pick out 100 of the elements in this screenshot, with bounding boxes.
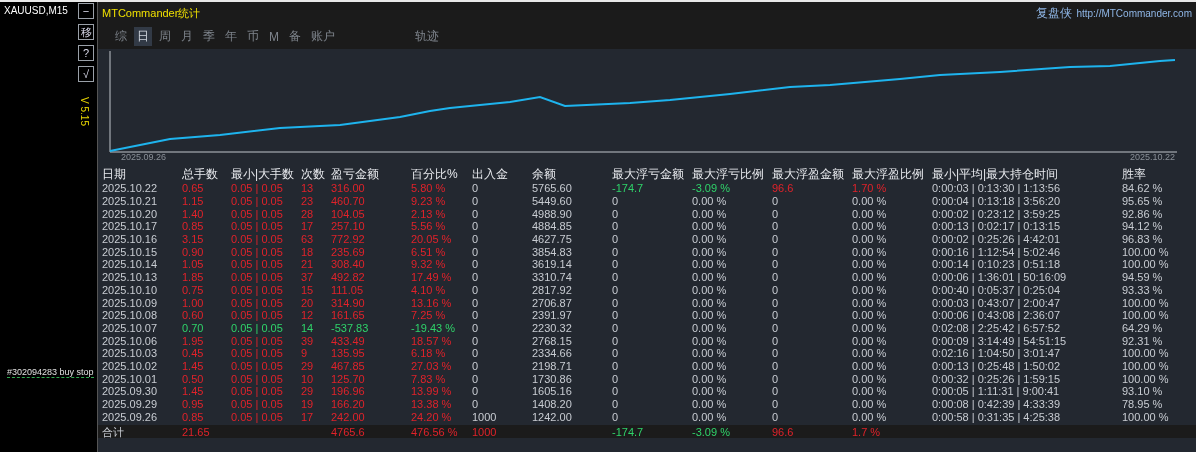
- table-cell-text: 0.05 | 0.05: [231, 359, 284, 372]
- table-cell-text: 0: [772, 233, 780, 246]
- column-header: 余额: [532, 168, 557, 180]
- table-cell-text: 0.00 %: [852, 258, 888, 271]
- table-cell-text: 0.00 %: [692, 296, 728, 309]
- total-cell-text: -174.7: [612, 425, 645, 438]
- tab[interactable]: M: [266, 27, 282, 46]
- side-button[interactable]: 移: [78, 24, 94, 40]
- table-cell-text: 13.16 %: [411, 296, 453, 309]
- table-cell-text: 100.00 %: [1122, 347, 1170, 360]
- table-cell-text: 100.00 %: [1122, 296, 1170, 309]
- table-cell-text: 0:00:03 | 0:43:07 | 2:00:47: [932, 296, 1062, 309]
- tab[interactable]: 日: [134, 27, 152, 46]
- table-cell-text: 2025.10.21: [102, 195, 159, 208]
- table-cell-text: 0.00 %: [852, 334, 888, 347]
- table-cell-text: 0: [472, 385, 480, 398]
- axis-label: 2025.10.22: [1130, 152, 1176, 162]
- table-cell-text: 0: [772, 258, 780, 271]
- tab[interactable]: 年: [222, 27, 240, 46]
- table-cell-text: 2334.66: [532, 347, 573, 360]
- table-cell-text: 0: [612, 372, 620, 385]
- table-cell-text: 492.82: [331, 271, 366, 284]
- table-cell-text: 0.00 %: [692, 334, 728, 347]
- table-cell-text: 94.12 %: [1122, 220, 1164, 233]
- table-cell-text: 0: [472, 321, 480, 334]
- table-cell-text: 93.10 %: [1122, 385, 1164, 398]
- table-cell-text: 0.05 | 0.05: [231, 321, 284, 334]
- table-cell-text: 0.05 | 0.05: [231, 195, 284, 208]
- table-cell-text: 13: [301, 182, 315, 195]
- tab[interactable]: 周: [156, 27, 174, 46]
- tab[interactable]: 轨迹: [412, 27, 442, 46]
- table-cell-text: 0: [772, 207, 780, 220]
- table-cell-text: 2198.71: [532, 359, 573, 372]
- tab[interactable]: 综: [112, 27, 130, 46]
- table-cell-text: 1.45: [182, 359, 205, 372]
- table-cell-text: 0: [472, 359, 480, 372]
- table-cell-text: 0.00 %: [852, 220, 888, 233]
- table-cell-text: 1.00: [182, 296, 205, 309]
- table-cell-text: 0.00 %: [852, 233, 888, 246]
- table-cell-text: 0: [772, 220, 780, 233]
- panel-title: MTCommander统计: [102, 6, 201, 21]
- table-cell-text: 100.00 %: [1122, 359, 1170, 372]
- total-cell-text: 21.65: [182, 425, 211, 438]
- table-cell-text: 100.00 %: [1122, 309, 1170, 322]
- table-cell-text: 17: [301, 410, 315, 423]
- table-cell-text: 0.05 | 0.05: [231, 398, 284, 411]
- table-cell-text: 3310.74: [532, 271, 573, 284]
- table-cell-text: 2025.10.02: [102, 359, 159, 372]
- table-cell-text: 18: [301, 245, 315, 258]
- column-header: 最小|平均|最大持仓时间: [932, 168, 1060, 180]
- table-cell-text: 314.90: [331, 296, 366, 309]
- table-cell-text: 1242.00: [532, 410, 573, 423]
- table-cell-text: 0: [612, 410, 620, 423]
- table-cell-text: 0: [772, 410, 780, 423]
- table-cell-text: 316.00: [331, 182, 366, 195]
- table-cell-text: 1605.16: [532, 385, 573, 398]
- side-button[interactable]: √: [78, 66, 94, 82]
- column-header: 总手数: [182, 168, 219, 180]
- tab[interactable]: 账户: [308, 27, 338, 46]
- table-cell-text: 467.85: [331, 359, 366, 372]
- table-cell-text: 0.00 %: [852, 195, 888, 208]
- table-cell-text: 0: [612, 220, 620, 233]
- table-cell-text: 0.00 %: [692, 372, 728, 385]
- table-cell-text: 0:00:02 | 0:25:26 | 4:42:01: [932, 233, 1062, 246]
- column-header: 最大浮亏比例: [692, 168, 765, 180]
- table-cell-text: 1.95: [182, 334, 205, 347]
- tab[interactable]: 备: [286, 27, 304, 46]
- table-cell-text: 2025.10.17: [102, 220, 159, 233]
- side-button[interactable]: ?: [78, 45, 94, 61]
- table-cell-text: 6.51 %: [411, 245, 447, 258]
- table-cell-text: 2025.10.13: [102, 271, 159, 284]
- table-cell-text: 0: [772, 385, 780, 398]
- table-cell-text: 12: [301, 309, 315, 322]
- table-cell-text: 0: [612, 385, 620, 398]
- table-cell-text: 3619.14: [532, 258, 573, 271]
- tab[interactable]: 币: [244, 27, 262, 46]
- tab[interactable]: 季: [200, 27, 218, 46]
- table-cell-text: 14: [301, 321, 315, 334]
- table-cell-text: 93.33 %: [1122, 283, 1164, 296]
- table-cell-text: 0: [612, 309, 620, 322]
- table-cell-text: 433.49: [331, 334, 366, 347]
- table-cell-text: 94.59 %: [1122, 271, 1164, 284]
- table-cell-text: 0:00:58 | 0:31:35 | 4:25:38: [932, 410, 1062, 423]
- tab[interactable]: 月: [178, 27, 196, 46]
- column-header: 最大浮盈金额: [772, 168, 845, 180]
- table-cell-text: 64.29 %: [1122, 321, 1164, 334]
- table-cell-text: 0: [772, 195, 780, 208]
- side-button[interactable]: −: [78, 3, 94, 19]
- column-header: 最大浮盈比例: [852, 168, 925, 180]
- table-cell-text: 0: [472, 309, 480, 322]
- table-cell-text: 257.10: [331, 220, 366, 233]
- table-cell-text: 0.05 | 0.05: [231, 372, 284, 385]
- table-cell-text: 0.00 %: [692, 207, 728, 220]
- website-link[interactable]: http://MTCommander.com: [1076, 8, 1192, 19]
- table-cell-text: 4884.85: [532, 220, 573, 233]
- table-cell-text: 2025.10.22: [102, 182, 159, 195]
- table-cell-text: 0.00 %: [692, 321, 728, 334]
- table-cell-text: 0: [612, 398, 620, 411]
- table-cell-text: 95.65 %: [1122, 195, 1164, 208]
- column-header: 日期: [102, 168, 127, 180]
